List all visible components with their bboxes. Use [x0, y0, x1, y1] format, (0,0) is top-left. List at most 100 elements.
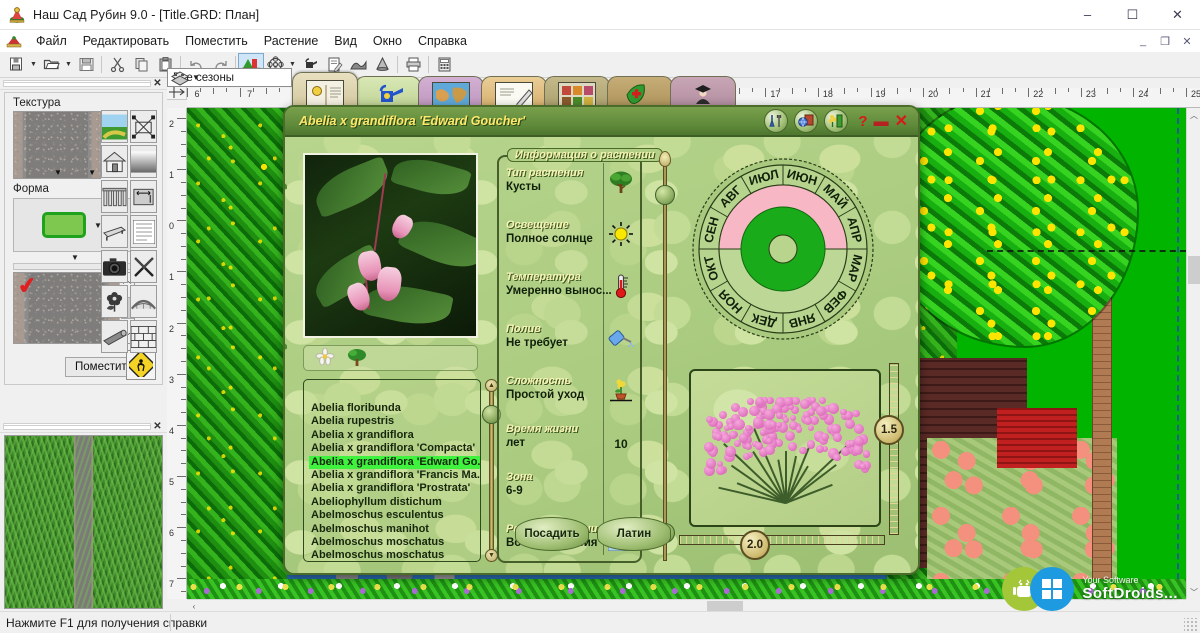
texture-form-panel: Текстура ▼▼ Форма ▼ ▼ ✔ ︿: [4, 92, 163, 385]
close-icon[interactable]: ✕: [151, 78, 164, 89]
menu-window[interactable]: Окно: [365, 32, 410, 50]
list-item[interactable]: Abelia floribunda: [309, 402, 480, 415]
gradient-fill-icon[interactable]: [130, 145, 157, 178]
bloom-calendar-wheel[interactable]: ЯНВ ФЕВ МАР АПР МАЙ ИЮН ИЮЛ АВГ СЕН ОКТ НОЯ ДЕК: [689, 155, 877, 343]
info-row-key: Полив: [506, 323, 541, 335]
scroll-down-icon[interactable]: ﹀: [1187, 585, 1200, 599]
list-item[interactable]: Abelmoschus moschatus: [309, 549, 480, 561]
canvas-horizontal-scrollbar[interactable]: ‹: [187, 599, 1186, 612]
vscroll-thumb[interactable]: [1188, 256, 1200, 284]
copy-icon[interactable]: [129, 54, 153, 76]
swatch-arrows: ▼ ▼: [54, 168, 96, 177]
list-item[interactable]: Abelia x grandiflora 'Prostrata': [309, 482, 480, 495]
camera-icon[interactable]: [101, 250, 128, 283]
list-item[interactable]: Abeliophyllum distichum: [309, 496, 480, 509]
grass-texture-preview[interactable]: [4, 435, 163, 609]
brick-wall-icon[interactable]: [130, 320, 157, 353]
texture-panel-grip[interactable]: ✕: [0, 78, 167, 90]
new-document-dropdown-icon[interactable]: ▼: [28, 54, 39, 76]
list-item[interactable]: Abelia x grandiflora 'Francis Ma...: [309, 469, 480, 482]
encyclopedia-button[interactable]: [794, 109, 819, 133]
document-icon: [6, 34, 22, 48]
mdi-close-button[interactable]: ✕: [1176, 32, 1198, 50]
list-item[interactable]: Abelmoschus moschatus: [309, 536, 480, 549]
texture-swatch[interactable]: ▼ ▼: [13, 111, 101, 179]
menu-help[interactable]: Справка: [410, 32, 475, 50]
ruler-tick-label: 4: [169, 425, 175, 436]
plant-photo[interactable]: [303, 153, 478, 338]
ruler-tick-label: 1: [169, 272, 175, 283]
dialog-close-button[interactable]: ✕: [895, 111, 908, 131]
plant-preview[interactable]: [689, 369, 881, 527]
width-value[interactable]: 2.0: [740, 530, 770, 560]
flower-filter-icon[interactable]: [314, 347, 336, 369]
landscape-icon[interactable]: [101, 110, 128, 143]
log-icon[interactable]: [101, 320, 128, 353]
save-icon[interactable]: [74, 54, 98, 76]
cut-icon[interactable]: [105, 54, 129, 76]
menu-file[interactable]: Файл: [28, 32, 75, 50]
list-item[interactable]: Abelia x grandiflora 'Edward Go...: [309, 455, 480, 470]
mdi-restore-button[interactable]: ❐: [1154, 32, 1176, 50]
info-row-value: Кусты: [506, 181, 541, 193]
height-value[interactable]: 1.5: [874, 415, 904, 445]
lifespan-years: 10: [614, 437, 628, 451]
dialog-title-buttons: ? ▬ ✕: [764, 109, 918, 133]
vertical-ruler[interactable]: 2 1 0 1 2 3 4 5 6 7: [167, 108, 187, 599]
new-document-icon[interactable]: [4, 54, 28, 76]
resize-grip[interactable]: [1184, 618, 1197, 631]
layers-icon[interactable]: [169, 70, 191, 87]
terrain-edit-icon[interactable]: [130, 110, 157, 143]
plant-button[interactable]: Посадить: [515, 517, 589, 551]
canvas-vertical-scrollbar[interactable]: ︿ ﹀: [1186, 108, 1200, 599]
house-icon[interactable]: [101, 145, 128, 178]
world-map-icon: [432, 81, 470, 108]
open-book-icon: [306, 79, 344, 106]
road-work-sign-icon[interactable]: [126, 350, 156, 380]
maximize-button[interactable]: ☐: [1110, 0, 1155, 30]
plant-card-button[interactable]: [824, 109, 849, 133]
menu-place[interactable]: Поместить: [177, 32, 256, 50]
info-row: Полив Не требует: [506, 323, 610, 350]
list-item[interactable]: Abelia x grandiflora 'Compacta': [309, 442, 480, 455]
hscroll-thumb[interactable]: [707, 601, 743, 611]
menu-plant[interactable]: Растение: [256, 32, 327, 50]
status-message: Нажмите F1 для получения справки: [6, 615, 208, 630]
flower-icon[interactable]: [101, 285, 128, 318]
list-item[interactable]: Abelia x grandiflora: [309, 429, 480, 442]
minimize-button[interactable]: –: [1065, 0, 1110, 30]
tools-icon[interactable]: [130, 250, 157, 283]
bench-icon[interactable]: [101, 215, 128, 248]
open-folder-icon[interactable]: [39, 54, 63, 76]
tree-filter-icon[interactable]: [346, 348, 368, 369]
dimensions-icon[interactable]: [130, 180, 157, 213]
list-document-icon[interactable]: [130, 215, 157, 248]
menu-edit[interactable]: Редактировать: [75, 32, 177, 50]
notebook-pen-icon: [495, 81, 533, 108]
list-item[interactable]: Abelmoschus esculentus: [309, 509, 480, 522]
object-palette: [100, 109, 158, 354]
dialog-minimize-button[interactable]: ▬: [874, 113, 889, 130]
menu-view[interactable]: Вид: [326, 32, 365, 50]
plant-list[interactable]: Abelia floribunda Abelia rupestris Abelia …: [303, 379, 481, 562]
close-button[interactable]: ✕: [1155, 0, 1200, 30]
mdi-minimize-button[interactable]: _: [1132, 32, 1154, 50]
red-flower-bed: [997, 408, 1077, 468]
plant-info-legend: Информация о растении: [507, 148, 663, 162]
height-ruler: [889, 363, 899, 535]
thermometer-icon: [607, 273, 635, 299]
close-icon[interactable]: ✕: [151, 421, 164, 432]
list-item[interactable]: Abelmoschus manihot: [309, 523, 480, 536]
scroll-up-icon[interactable]: ︿: [1187, 108, 1200, 122]
list-item[interactable]: Abelia rupestris: [309, 415, 480, 428]
shrub-icon: [607, 169, 635, 195]
bridge-icon[interactable]: [130, 285, 157, 318]
grass-panel-grip[interactable]: ✕: [0, 421, 167, 433]
info-row-key: Сложность: [506, 375, 572, 387]
dialog-help-button[interactable]: ?: [858, 113, 867, 130]
garden-tools-button[interactable]: [764, 109, 789, 133]
latin-button[interactable]: Латин: [597, 517, 671, 551]
fence-icon[interactable]: [101, 180, 128, 213]
open-folder-dropdown-icon[interactable]: ▼: [63, 54, 74, 76]
layers-dropdown-caret[interactable]: ▼: [192, 73, 200, 82]
